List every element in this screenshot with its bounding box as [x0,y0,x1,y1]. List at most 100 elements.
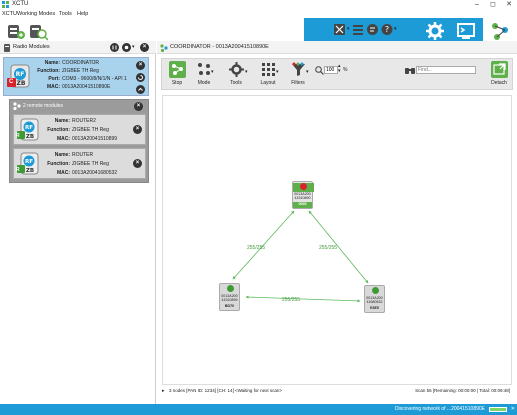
network-node-coordinator[interactable]: 0013A200 41510890 0000 [292,181,314,209]
remove-all-modules-icon[interactable]: × [140,43,149,52]
disconnect-coordinator-icon[interactable]: × [136,61,145,70]
node-mac-low: 41510890 [294,196,311,201]
radio-modules-header: Radio Modules ▾ × [0,41,156,54]
coordinator-function-value: ZIGBEE TH Reg [62,68,99,74]
layout-label: Layout [260,80,276,86]
help-icon[interactable]: ? [381,23,393,37]
minimize-button[interactable]: – [469,0,485,10]
maximize-button[interactable]: ◻ [485,0,501,10]
zoom-input[interactable] [324,66,338,74]
title-bar: XCTU – ◻ ✕ [0,0,517,10]
network-status-line: ▸ 3 nodes [PAN ID: 1234] [CH: 14] <Waiti… [162,386,512,396]
router-role-badge: R [16,167,20,173]
node-address: BD70 [224,304,235,308]
find-binoculars-icon [405,66,415,75]
remote-modules-count: 2 remote modules [23,103,64,109]
router-node-icon [372,287,379,294]
filters-label: Filters [291,80,305,86]
coordinator-function-label: Function: [37,68,60,74]
network-node-bd70[interactable]: 0013A200 41510899 BD70 [219,283,240,311]
node-header [220,285,241,294]
network-view-header: COORDINATOR - 0013A20041510890E [157,41,517,54]
remove-remote-modules-icon[interactable]: × [134,102,143,111]
router2-name-label: Name: [54,118,70,124]
add-radio-module-icon[interactable] [6,21,26,41]
tools-dropdown-arrow-icon[interactable]: ▾ [347,26,350,32]
coordinator-mac-label: MAC: [46,84,60,90]
help-dropdown-arrow-icon[interactable]: ▾ [394,26,397,32]
link-coordinator-e3e5[interactable] [308,210,369,284]
mode-dropdown-arrow-icon[interactable]: ▾ [211,69,214,75]
collapse-coordinator-icon[interactable] [136,85,145,94]
cancel-discovery-icon[interactable]: ✕ [511,406,515,412]
link-quality-bd70-e3e5: 255/255 [282,297,301,303]
link-bd70-e3e5[interactable] [245,295,361,303]
feedback-icon[interactable] [366,23,379,37]
menu-xctu[interactable]: XCTU [2,10,17,18]
xctu-logo-icon [2,1,9,8]
menu-bar: XCTU Working Modes Tools Help [0,10,517,18]
router2-mac-label: MAC: [56,136,70,142]
status-footer: Discovering network of ...20041510890E ✕ [0,404,517,415]
filters-dropdown-arrow-icon[interactable]: ▾ [306,69,309,75]
tools-dropdown-arrow-icon[interactable]: ▾ [245,69,248,75]
stop-scan-icon [168,61,186,78]
detach-button[interactable]: Detach [487,61,511,86]
node-address: E3E5 [370,306,379,310]
network-icon [160,44,168,53]
configuration-mode-icon[interactable] [425,21,445,41]
coordinator-device-icon: RF ZB [7,63,31,91]
node-mac-low: 41510899 [221,298,238,303]
svg-text:RF: RF [16,71,25,78]
coordinator-module-card[interactable]: RF ZB C Name: COORDINATOR Function: ZIGBE… [3,57,149,96]
router-device-icon: RF ZB [17,152,39,177]
network-summary: 3 nodes [PAN ID: 1234] [CH: 14] <Waiting… [169,388,283,393]
remove-router-icon[interactable]: × [133,159,142,168]
module-tools-icon[interactable] [122,43,131,52]
network-view-panel: COORDINATOR - 0013A20041510890E Stop Mod… [157,41,517,404]
svg-text:?: ? [385,25,389,34]
radio-modules-title: Radio Modules [13,44,50,50]
coordinator-role-badge: C [9,79,14,85]
expand-status-icon[interactable]: ▸ [162,388,165,394]
discover-modules-icon[interactable] [28,21,49,41]
network-links [232,210,369,303]
router-name-value: ROUTER [72,152,94,158]
remove-router2-icon[interactable]: × [133,125,142,134]
find-input[interactable] [416,66,476,74]
router-mac-label: MAC: [56,170,70,176]
tools-gear-icon [228,61,245,78]
zoom-spinner-icon[interactable]: ▴ ▾ [338,64,341,74]
close-window-button[interactable]: ✕ [501,0,517,10]
consoles-mode-icon[interactable] [456,21,476,41]
radio-modules-panel: Radio Modules ▾ × RF ZB C Name: COORDINAT… [0,41,156,404]
menu-working-modes[interactable]: Working Modes [17,10,55,18]
link-quality-coordinator-e3e5: 255/255 [319,245,338,251]
layout-grid-icon [260,61,277,78]
router-node-icon [227,285,234,292]
menu-tools[interactable]: Tools [59,10,72,18]
detach-label: Detach [491,80,507,86]
layout-dropdown-arrow-icon[interactable]: ▾ [276,69,279,75]
network-toolstrip: Stop Mode Tools Layout Filters ▾ ▾ ▾ ▾ 1… [161,58,513,90]
module-tools-arrow-icon[interactable]: ▾ [132,44,135,50]
router2-role-badge: R [16,133,20,139]
add-module-icon[interactable] [110,43,119,52]
filter-funnel-icon [290,61,307,78]
svg-text:ZB: ZB [17,80,26,87]
stop-scan-button[interactable]: Stop [165,61,189,86]
svg-text:ZB: ZB [26,134,34,140]
network-graph-canvas[interactable]: 255/255 255/255 255/255 0013A200 4151089… [162,95,512,385]
xctu-tools-icon[interactable] [334,23,346,37]
link-quality-coordinator-bd70: 255/255 [247,245,266,251]
node-mac-low: 41680532 [366,300,383,305]
remote-module-card-router2[interactable]: RF ZB R Name: ROUTER2 Function: ZIGBEE TH… [13,114,146,145]
list-view-icon[interactable] [352,23,364,37]
remote-module-card-router[interactable]: RF ZB R Name: ROUTER Function: ZIGBEE TH … [13,148,146,179]
mode-label: Mode [197,80,211,86]
refresh-coordinator-icon[interactable] [136,73,145,82]
router-device-icon: RF ZB [17,118,39,143]
network-node-e3e5[interactable]: 0013A200 41680532 E3E5 [364,285,385,313]
menu-help[interactable]: Help [77,10,88,18]
network-mode-icon[interactable] [490,21,510,41]
